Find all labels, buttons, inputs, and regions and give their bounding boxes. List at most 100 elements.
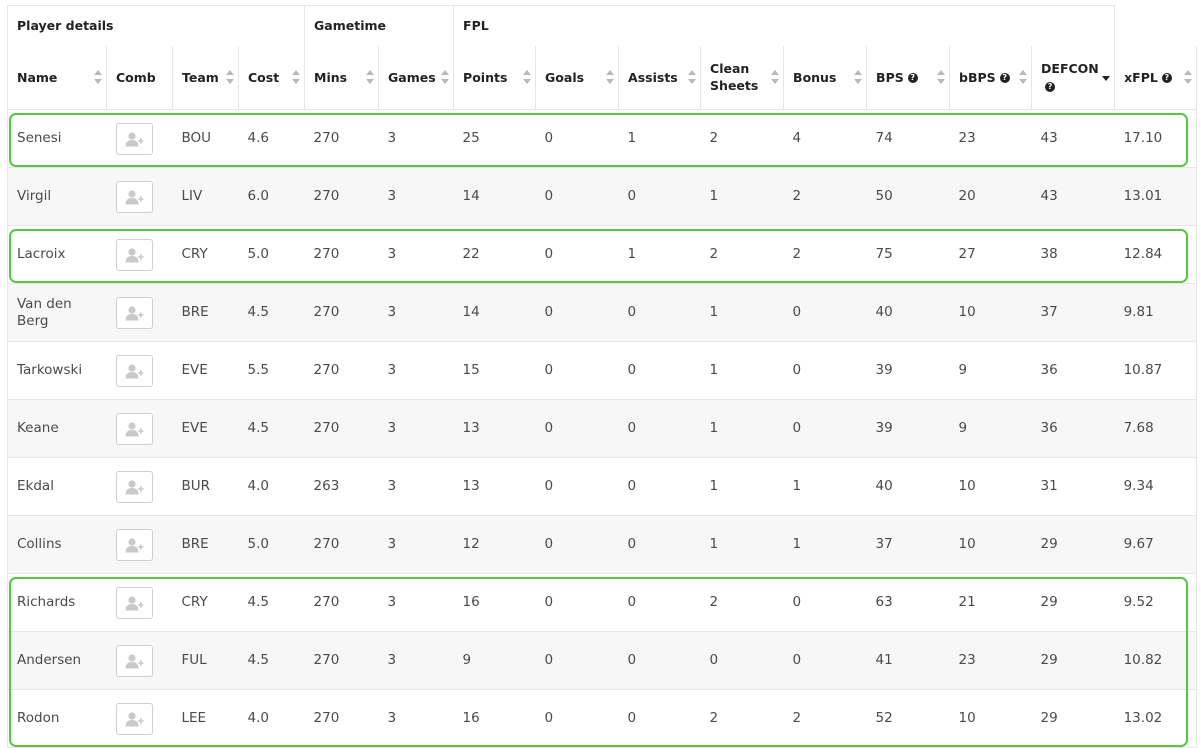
add-to-comb-button[interactable] <box>115 528 153 561</box>
column-header-goals[interactable]: Goals <box>535 45 620 110</box>
player-name[interactable]: Andersen <box>17 652 81 668</box>
sort-icon[interactable] <box>523 70 532 85</box>
help-icon[interactable]: ? <box>999 73 1010 84</box>
stat-value: CRY <box>181 246 208 262</box>
column-header-label: Assists <box>628 69 678 85</box>
player-name[interactable]: Tarkowski <box>17 362 82 378</box>
table-row: Richards CRY 4.5 270 3 16 0 0 2 0 63 21 29 9.52 <box>7 573 1198 632</box>
sort-icon[interactable] <box>1184 70 1193 85</box>
column-header-points[interactable]: Points <box>453 45 537 110</box>
sort-icon[interactable] <box>94 70 102 85</box>
sort-icon[interactable] <box>937 70 946 85</box>
sort-icon[interactable] <box>226 70 234 85</box>
sort-icon[interactable] <box>292 70 301 85</box>
cell-assists: 1 <box>618 225 701 284</box>
player-name[interactable]: Van den Berg <box>17 296 72 329</box>
cell-team: EVE <box>172 341 239 400</box>
player-name[interactable]: Richards <box>17 594 75 610</box>
column-header-assists[interactable]: Assists <box>618 45 702 110</box>
column-header-xfpl[interactable]: xFPL? <box>1114 45 1198 110</box>
stat-value: 270 <box>313 710 340 726</box>
column-header-defcon[interactable]: DEFCON? <box>1031 45 1116 110</box>
column-header-label: Bonus <box>793 69 837 85</box>
column-header-clean_sheets[interactable]: Clean Sheets <box>700 45 785 110</box>
cell-bbps: 20 <box>949 167 1032 226</box>
column-header-bbps[interactable]: bBPS? <box>949 45 1033 110</box>
stat-value: 1 <box>627 246 637 262</box>
stat-value: 2 <box>709 710 719 726</box>
sort-icon[interactable] <box>854 70 863 85</box>
player-name[interactable]: Virgil <box>17 188 51 204</box>
add-to-comb-button[interactable] <box>115 354 153 387</box>
stat-value: 13 <box>462 420 480 436</box>
add-to-comb-button[interactable] <box>115 412 153 445</box>
cell-name: Tarkowski <box>7 341 107 400</box>
cell-points: 13 <box>453 399 536 458</box>
cell-team: EVE <box>172 399 239 458</box>
cell-assists: 0 <box>618 283 701 342</box>
player-name[interactable]: Keane <box>17 420 59 436</box>
add-to-comb-button[interactable] <box>115 644 153 677</box>
add-to-comb-button[interactable] <box>115 702 153 735</box>
add-to-comb-button[interactable] <box>115 586 153 619</box>
cell-goals: 0 <box>535 631 619 690</box>
stat-value: 14 <box>462 304 480 320</box>
stat-value: 2 <box>792 188 802 204</box>
help-icon[interactable]: ? <box>907 73 918 84</box>
column-header-name[interactable]: Name <box>7 45 107 110</box>
sort-icon[interactable] <box>771 70 780 85</box>
column-header-bonus[interactable]: Bonus <box>783 45 868 110</box>
cell-games: 3 <box>378 399 454 458</box>
cell-assists: 0 <box>618 573 701 632</box>
stat-value: 9.67 <box>1123 536 1154 552</box>
stat-value: BUR <box>181 478 211 494</box>
stat-value: 39 <box>875 420 893 436</box>
stat-value: 1 <box>792 478 802 494</box>
cell-xfpl: 9.34 <box>1114 457 1198 516</box>
player-name[interactable]: Collins <box>17 536 62 552</box>
column-header-label: DEFCON <box>1041 61 1099 77</box>
sort-icon[interactable] <box>441 70 450 85</box>
cell-clean_sheets: 2 <box>700 573 784 632</box>
add-to-comb-button[interactable] <box>115 238 153 271</box>
add-to-comb-button[interactable] <box>115 122 153 155</box>
player-name[interactable]: Ekdal <box>17 478 54 494</box>
cell-bonus: 0 <box>783 341 867 400</box>
cell-comb <box>106 457 173 516</box>
player-name[interactable]: Lacroix <box>17 246 65 262</box>
cell-comb <box>106 399 173 458</box>
stat-value: 0 <box>544 652 554 668</box>
cell-xfpl: 13.01 <box>1114 167 1198 226</box>
column-header-cost[interactable]: Cost <box>237 45 306 110</box>
cell-bps: 50 <box>866 167 950 226</box>
column-header-label: Games <box>388 69 436 85</box>
add-to-comb-button[interactable] <box>115 470 153 503</box>
cell-team: CRY <box>172 573 239 632</box>
cell-clean_sheets: 1 <box>700 515 784 574</box>
cell-bonus: 2 <box>783 689 867 748</box>
help-icon[interactable]: ? <box>1045 81 1056 92</box>
add-to-comb-button[interactable] <box>115 180 153 213</box>
add-to-comb-button[interactable] <box>115 296 153 329</box>
sort-desc-icon[interactable] <box>1102 70 1111 84</box>
cell-name: Lacroix <box>7 225 107 284</box>
stat-value: 5.0 <box>247 536 269 552</box>
cell-xfpl: 9.67 <box>1114 515 1198 574</box>
sort-icon[interactable] <box>606 70 615 85</box>
column-header-games[interactable]: Games <box>378 45 455 110</box>
cell-bonus: 0 <box>783 399 867 458</box>
sort-icon[interactable] <box>1019 70 1028 85</box>
column-header-team[interactable]: Team <box>172 45 239 110</box>
player-name[interactable]: Senesi <box>17 130 62 146</box>
sort-icon[interactable] <box>366 70 375 85</box>
cell-defcon: 31 <box>1031 457 1115 516</box>
add-user-icon <box>125 363 144 378</box>
column-header-bps[interactable]: BPS? <box>866 45 951 110</box>
column-header-mins[interactable]: Mins <box>304 45 380 110</box>
player-name[interactable]: Rodon <box>17 710 59 726</box>
cell-goals: 0 <box>535 399 619 458</box>
stat-value: 20 <box>958 188 976 204</box>
help-icon[interactable]: ? <box>1161 73 1172 84</box>
stat-value: 4.0 <box>247 478 269 494</box>
sort-icon[interactable] <box>688 70 697 85</box>
